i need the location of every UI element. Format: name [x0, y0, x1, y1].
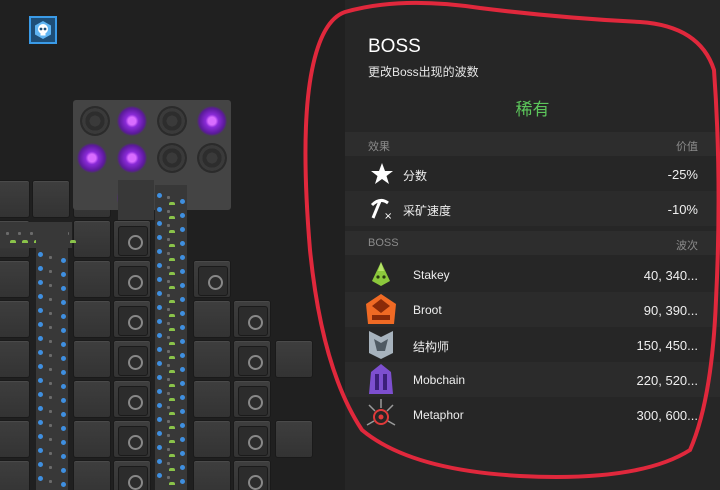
annotation-circle	[303, 0, 720, 479]
